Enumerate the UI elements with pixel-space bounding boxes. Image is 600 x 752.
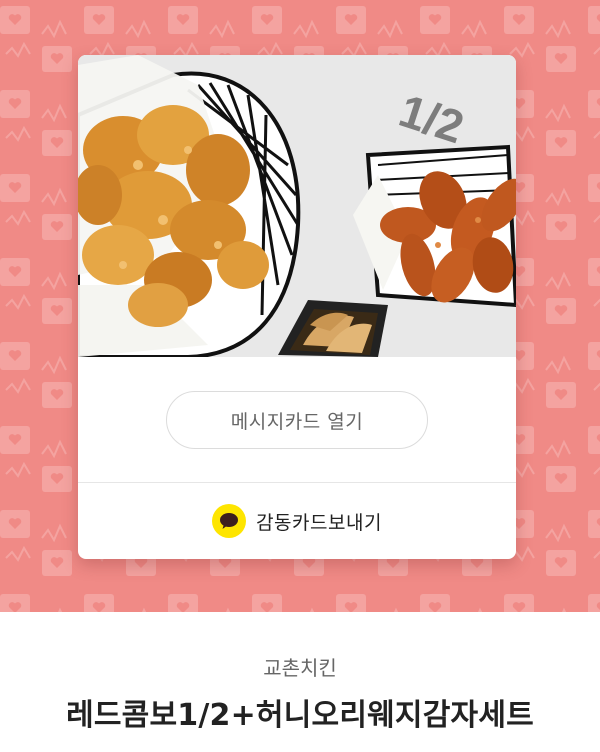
fried-chicken-photo: 1/2 [78, 55, 516, 357]
message-card: 1/2 메시지카드 열기 감동카드보내기 [78, 55, 516, 559]
send-card-button[interactable]: 감동카드보내기 [78, 483, 516, 559]
kakaotalk-icon [212, 504, 247, 538]
send-card-label: 감동카드보내기 [256, 511, 382, 534]
right-basket [353, 144, 516, 308]
product-name: 레드콤보1/2+허니오리웨지감자세트 [66, 698, 534, 733]
brand-name: 교촌치킨 [263, 656, 337, 680]
card-background: 1/2 메시지카드 열기 감동카드보내기 [0, 0, 600, 612]
open-message-card-button[interactable]: 메시지카드 열기 [166, 391, 428, 449]
